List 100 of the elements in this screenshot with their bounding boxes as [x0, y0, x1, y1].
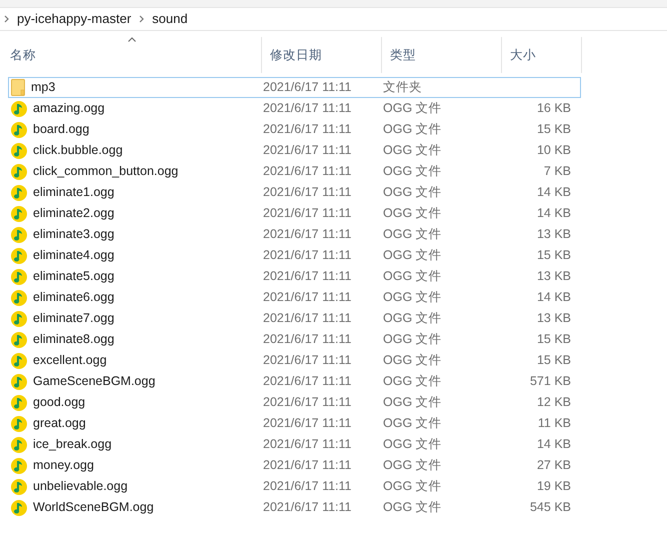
size-cell-text: 13 KB — [536, 268, 571, 286]
music-note-icon — [11, 352, 27, 368]
file-name: eliminate8.ogg — [33, 331, 114, 348]
date-cell-text: 2021/6/17 11:11 — [263, 163, 353, 180]
breadcrumb-item[interactable]: py-icehappy-master — [17, 9, 132, 29]
file-row[interactable]: eliminate1.ogg 2021/6/17 11:11 OGG 文件 14 KB — [8, 182, 581, 203]
date-cell-text: 2021/6/17 11:11 — [263, 247, 353, 264]
music-note-icon — [11, 416, 27, 432]
size-cell-text: 16 KB — [536, 100, 571, 118]
file-row[interactable]: eliminate5.ogg 2021/6/17 11:11 OGG 文件 13 KB — [8, 266, 581, 287]
size-cell-text: 545 KB — [528, 499, 571, 516]
file-row[interactable]: eliminate7.ogg 2021/6/17 11:11 OGG 文件 13 KB — [8, 308, 581, 329]
music-note-icon — [11, 458, 27, 474]
size-cell-text: 14 KB — [536, 289, 571, 306]
type-cell-text: OGG 文件 — [383, 184, 443, 202]
music-note-icon — [11, 394, 27, 410]
date-cell-text: 2021/6/17 11:11 — [263, 226, 353, 244]
file-name: unbelievable.ogg — [33, 478, 128, 496]
type-cell-text: OGG 文件 — [383, 415, 443, 432]
file-name: eliminate5.ogg — [33, 268, 114, 286]
column-header[interactable]: 修改日期 — [262, 37, 382, 73]
size-cell-text: 14 KB — [536, 184, 571, 202]
file-row[interactable]: good.ogg 2021/6/17 11:11 OGG 文件 12 KB — [8, 392, 581, 413]
size-cell-text: 12 KB — [536, 394, 571, 412]
file-name: money.ogg — [33, 457, 94, 474]
chevron-right-icon — [4, 15, 9, 23]
file-row[interactable]: excellent.ogg 2021/6/17 11:11 OGG 文件 15 KB — [8, 350, 581, 371]
file-row[interactable]: WorldSceneBGM.ogg 2021/6/17 11:11 OGG 文件 545 KB — [8, 497, 581, 518]
sort-up-icon — [127, 37, 136, 42]
file-name: eliminate1.ogg — [33, 184, 114, 202]
size-cell-text: 15 KB — [536, 121, 571, 138]
file-row[interactable]: board.ogg 2021/6/17 11:11 OGG 文件 15 KB — [8, 119, 581, 140]
size-cell-text: 19 KB — [536, 478, 571, 496]
type-cell-text: OGG 文件 — [383, 457, 443, 474]
type-cell-text: OGG 文件 — [383, 436, 443, 454]
date-cell-text: 2021/6/17 11:11 — [263, 100, 353, 118]
type-cell-text: OGG 文件 — [383, 226, 443, 244]
file-row[interactable]: unbelievable.ogg 2021/6/17 11:11 OGG 文件 19 KB — [8, 476, 581, 497]
type-cell-text: OGG 文件 — [383, 478, 443, 496]
size-cell-text: 15 KB — [536, 331, 571, 348]
chevron-right-icon — [139, 15, 144, 23]
date-cell-text: 2021/6/17 11:11 — [263, 142, 353, 160]
type-cell-text: OGG 文件 — [383, 121, 443, 138]
file-row[interactable]: click.bubble.ogg 2021/6/17 11:11 OGG 文件 10 KB — [8, 140, 581, 161]
file-name: click_common_button.ogg — [33, 163, 178, 180]
type-cell-text: OGG 文件 — [383, 499, 443, 516]
type-cell-text: OGG 文件 — [383, 268, 443, 286]
file-row[interactable]: eliminate8.ogg 2021/6/17 11:11 OGG 文件 15 KB — [8, 329, 581, 350]
music-note-icon — [11, 142, 27, 158]
file-row[interactable]: money.ogg 2021/6/17 11:11 OGG 文件 27 KB — [8, 455, 581, 476]
date-cell-text: 2021/6/17 11:11 — [263, 331, 353, 348]
music-note-icon — [11, 268, 27, 284]
music-note-icon — [11, 290, 27, 306]
music-note-icon — [11, 248, 27, 264]
date-cell-text: 2021/6/17 11:11 — [263, 394, 353, 412]
file-name: eliminate7.ogg — [33, 310, 114, 328]
type-cell-text: OGG 文件 — [383, 373, 443, 390]
file-row[interactable]: click_common_button.ogg 2021/6/17 11:11 OGG 文件 7 KB — [8, 161, 581, 182]
file-row[interactable]: eliminate6.ogg 2021/6/17 11:11 OGG 文件 14 KB — [8, 287, 581, 308]
date-cell-text: 2021/6/17 11:11 — [263, 205, 353, 222]
date-cell-text: 2021/6/17 11:11 — [263, 499, 353, 516]
date-cell-text: 2021/6/17 11:11 — [263, 373, 353, 390]
date-cell-text: 2021/6/17 11:11 — [263, 310, 353, 328]
date-cell-text: 2021/6/17 11:11 — [263, 184, 353, 202]
file-name: click.bubble.ogg — [33, 142, 123, 160]
file-name: great.ogg — [33, 415, 86, 432]
size-cell-text: 11 KB — [536, 415, 571, 432]
type-cell-text: OGG 文件 — [383, 289, 443, 306]
music-note-icon — [11, 374, 27, 390]
file-row[interactable]: GameSceneBGM.ogg 2021/6/17 11:11 OGG 文件 571 KB — [8, 371, 581, 392]
column-header[interactable]: 大小 — [502, 37, 582, 73]
file-row[interactable]: eliminate3.ogg 2021/6/17 11:11 OGG 文件 13 KB — [8, 224, 581, 245]
file-name: GameSceneBGM.ogg — [33, 373, 156, 390]
music-note-icon — [11, 164, 27, 180]
file-row[interactable]: amazing.ogg 2021/6/17 11:11 OGG 文件 16 KB — [8, 98, 581, 119]
date-cell-text: 2021/6/17 11:11 — [263, 268, 353, 286]
file-name: ice_break.ogg — [33, 436, 112, 454]
column-header[interactable]: 类型 — [382, 37, 502, 73]
date-cell-text: 2021/6/17 11:11 — [263, 352, 353, 370]
file-name: eliminate2.ogg — [33, 205, 114, 222]
file-row[interactable]: eliminate4.ogg 2021/6/17 11:11 OGG 文件 15 KB — [8, 245, 581, 266]
column-header[interactable]: 名称 — [2, 37, 262, 73]
music-note-icon — [11, 122, 27, 138]
type-cell-text: 文件夹 — [383, 79, 423, 96]
music-note-icon — [11, 100, 27, 116]
file-row[interactable]: ice_break.ogg 2021/6/17 11:11 OGG 文件 14 KB — [8, 434, 581, 455]
file-row[interactable]: mp3 2021/6/17 11:11 文件夹 — [8, 77, 581, 98]
size-cell-text: 13 KB — [536, 310, 571, 328]
music-note-icon — [11, 206, 27, 222]
file-row[interactable]: great.ogg 2021/6/17 11:11 OGG 文件 11 KB — [8, 413, 581, 434]
file-row[interactable]: eliminate2.ogg 2021/6/17 11:11 OGG 文件 14 KB — [8, 203, 581, 224]
file-name: excellent.ogg — [33, 352, 107, 370]
type-cell-text: OGG 文件 — [383, 310, 443, 328]
size-cell-text: 13 KB — [536, 226, 571, 244]
file-name: amazing.ogg — [33, 100, 105, 118]
music-note-icon — [11, 436, 27, 452]
type-cell-text: OGG 文件 — [383, 205, 443, 222]
folder-icon — [11, 79, 25, 96]
size-cell-text: 10 KB — [536, 142, 571, 160]
breadcrumb-item[interactable]: sound — [152, 9, 188, 29]
